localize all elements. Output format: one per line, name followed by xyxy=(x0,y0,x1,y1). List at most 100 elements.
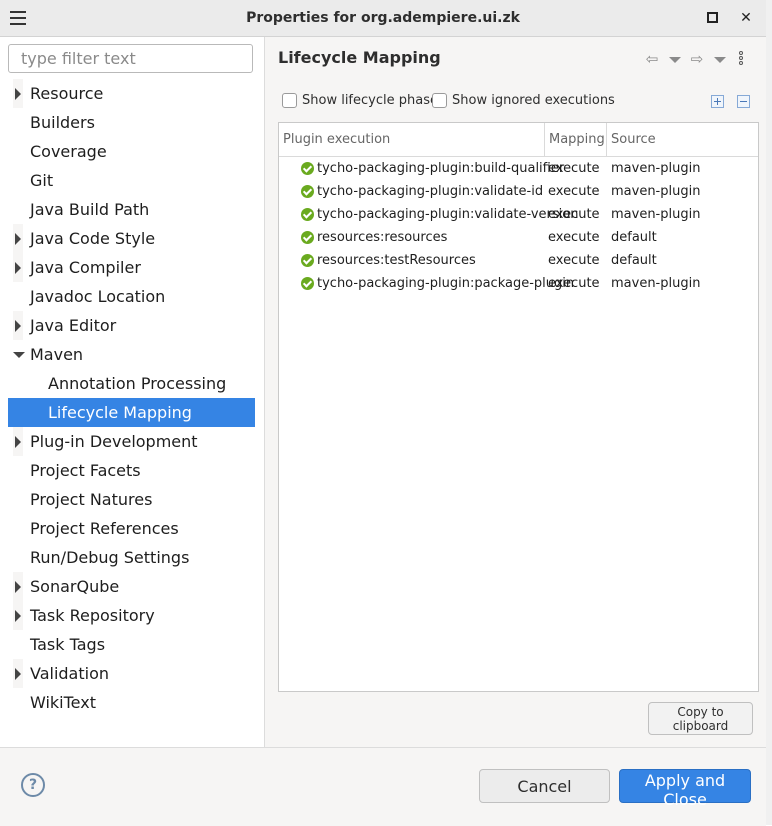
forward-history-dropdown-icon[interactable] xyxy=(714,57,726,63)
tree-item-project-natures[interactable]: Project Natures xyxy=(8,485,255,514)
tree-item-label: Java Build Path xyxy=(30,200,150,219)
tree-item-sonarqube[interactable]: SonarQube xyxy=(8,572,255,601)
cell-mapping: execute xyxy=(548,207,600,222)
check-circle-icon xyxy=(301,162,314,175)
tree-item-task-repository[interactable]: Task Repository xyxy=(8,601,255,630)
table-row[interactable]: resources:resources execute default xyxy=(279,226,758,249)
collapsed-arrow-icon[interactable] xyxy=(13,311,23,340)
title-bar: Properties for org.adempiere.ui.zk ✕ xyxy=(0,0,766,37)
check-circle-icon xyxy=(301,277,314,290)
cell-execution: tycho-packaging-plugin:validate-version xyxy=(317,207,579,222)
tree-item-resource[interactable]: Resource xyxy=(8,79,255,108)
collapsed-arrow-icon[interactable] xyxy=(13,253,23,282)
expanded-arrow-icon[interactable] xyxy=(13,340,25,369)
tree-item-coverage[interactable]: Coverage xyxy=(8,137,255,166)
table-row[interactable]: tycho-packaging-plugin:package-plugin exe… xyxy=(279,272,758,295)
copy-to-clipboard-button[interactable]: Copy to clipboard xyxy=(648,702,753,735)
tree-item-label: Coverage xyxy=(30,142,107,161)
tree-item-maven[interactable]: Maven xyxy=(8,340,255,369)
table-header: Plugin execution Mapping Source xyxy=(279,123,758,157)
tree-item-java-editor[interactable]: Java Editor xyxy=(8,311,255,340)
tree-item-java-code-style[interactable]: Java Code Style xyxy=(8,224,255,253)
cell-mapping: execute xyxy=(548,253,600,268)
tree-item-label: Task Repository xyxy=(30,606,155,625)
check-circle-icon xyxy=(301,254,314,267)
cell-mapping: execute xyxy=(548,276,600,291)
tree-item-java-build-path[interactable]: Java Build Path xyxy=(8,195,255,224)
show-lifecycle-phases-label[interactable]: Show lifecycle phases xyxy=(302,93,445,109)
tree-item-label: Annotation Processing xyxy=(48,374,227,393)
tree-item-annotation-processing[interactable]: Annotation Processing xyxy=(8,369,255,398)
button-bar: ? Cancel Apply and Close xyxy=(0,747,766,826)
cell-execution: tycho-packaging-plugin:validate-id xyxy=(317,184,544,199)
tree-item-label: SonarQube xyxy=(30,577,120,596)
tree-item-run-debug-settings[interactable]: Run/Debug Settings xyxy=(8,543,255,572)
table-row[interactable]: tycho-packaging-plugin:build-qualifier ex… xyxy=(279,157,758,180)
tree-item-validation[interactable]: Validation xyxy=(8,659,255,688)
tree-item-java-compiler[interactable]: Java Compiler xyxy=(8,253,255,282)
tree-item-builders[interactable]: Builders xyxy=(8,108,255,137)
tree-item-label: Java Compiler xyxy=(30,258,141,277)
tree-item-plug-in-development[interactable]: Plug-in Development xyxy=(8,427,255,456)
collapsed-arrow-icon[interactable] xyxy=(13,224,23,253)
check-circle-icon xyxy=(301,231,314,244)
check-circle-icon xyxy=(301,185,314,198)
help-icon[interactable]: ? xyxy=(21,773,45,797)
tree-item-wikitext[interactable]: WikiText xyxy=(8,688,255,717)
tree-item-javadoc-location[interactable]: Javadoc Location xyxy=(8,282,255,311)
tree-item-label: Lifecycle Mapping xyxy=(48,403,192,422)
table-row[interactable]: resources:testResources execute default xyxy=(279,249,758,272)
tree-item-label: Java Code Style xyxy=(30,229,156,248)
tree-item-label: Resource xyxy=(30,84,104,103)
collapsed-arrow-icon[interactable] xyxy=(13,79,23,108)
show-lifecycle-phases-checkbox[interactable] xyxy=(282,93,297,108)
table-row[interactable]: tycho-packaging-plugin:validate-version e… xyxy=(279,203,758,226)
show-ignored-executions-checkbox[interactable] xyxy=(432,93,447,108)
expand-all-icon[interactable] xyxy=(711,95,724,108)
cell-source: default xyxy=(611,253,657,268)
back-history-dropdown-icon[interactable] xyxy=(669,57,681,63)
collapsed-arrow-icon[interactable] xyxy=(13,427,23,456)
cell-mapping: execute xyxy=(548,184,600,199)
background-window-edge xyxy=(766,0,772,825)
filter-input[interactable] xyxy=(8,44,253,73)
table-row[interactable]: tycho-packaging-plugin:validate-id execut… xyxy=(279,180,758,203)
collapse-all-icon[interactable] xyxy=(737,95,750,108)
tree-item-git[interactable]: Git xyxy=(8,166,255,195)
check-circle-icon xyxy=(301,208,314,221)
tree-item-label: Maven xyxy=(30,345,84,364)
tree-item-project-references[interactable]: Project References xyxy=(8,514,255,543)
cell-execution: resources:testResources xyxy=(317,253,476,268)
collapsed-arrow-icon[interactable] xyxy=(13,659,23,688)
tree-item-label: Builders xyxy=(30,113,95,132)
cell-source: maven-plugin xyxy=(611,184,701,199)
cell-execution: tycho-packaging-plugin:package-plugin xyxy=(317,276,575,291)
tree-item-task-tags[interactable]: Task Tags xyxy=(8,630,255,659)
collapsed-arrow-icon[interactable] xyxy=(13,601,23,630)
cancel-button[interactable]: Cancel xyxy=(479,769,610,803)
tree-item-label: Project Facets xyxy=(30,461,141,480)
tree-item-lifecycle-mapping[interactable]: Lifecycle Mapping xyxy=(8,398,255,427)
tree-item-project-facets[interactable]: Project Facets xyxy=(8,456,255,485)
view-menu-icon[interactable] xyxy=(737,51,745,69)
close-icon[interactable]: ✕ xyxy=(736,8,756,28)
column-header-mapping[interactable]: Mapping xyxy=(545,123,607,156)
collapsed-arrow-icon[interactable] xyxy=(13,572,23,601)
column-header-plugin-execution[interactable]: Plugin execution xyxy=(279,123,545,156)
tree-item-label: Run/Debug Settings xyxy=(30,548,190,567)
property-tree: Resource Builders Coverage Git Java Build Pa… xyxy=(8,79,255,717)
back-arrow-icon[interactable]: ⇦ xyxy=(644,51,660,67)
window-title: Properties for org.adempiere.ui.zk xyxy=(246,10,520,26)
main-panel: Lifecycle Mapping ⇦ ⇨ Show lifecycle pha… xyxy=(265,37,766,747)
cell-source: maven-plugin xyxy=(611,276,701,291)
apply-and-close-button[interactable]: Apply and Close xyxy=(619,769,751,809)
column-header-source[interactable]: Source xyxy=(607,123,760,156)
show-ignored-executions-label[interactable]: Show ignored executions xyxy=(452,93,615,109)
page-title: Lifecycle Mapping xyxy=(278,48,441,67)
forward-arrow-icon[interactable]: ⇨ xyxy=(689,51,705,67)
maximize-icon[interactable] xyxy=(702,8,722,28)
sidebar: Resource Builders Coverage Git Java Build Pa… xyxy=(0,37,265,747)
cell-source: maven-plugin xyxy=(611,161,701,176)
cell-mapping: execute xyxy=(548,230,600,245)
tree-item-label: Javadoc Location xyxy=(30,287,166,306)
